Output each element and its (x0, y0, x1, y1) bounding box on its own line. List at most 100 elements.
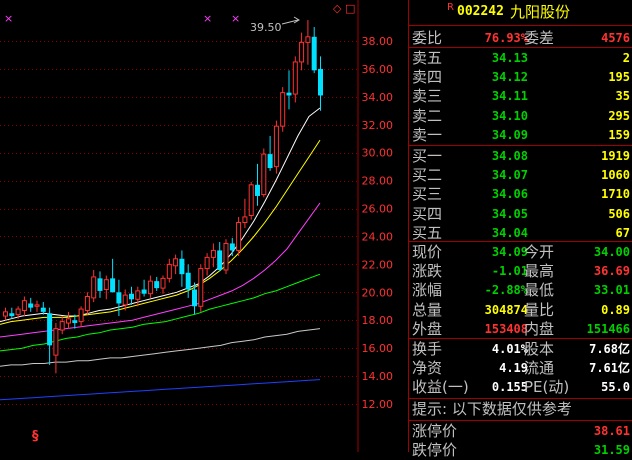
candle[interactable] (160, 275, 166, 294)
stock-code: 002242 (457, 4, 504, 19)
candlestick-chart[interactable]: 38.00 36.00 34.00 32.00 30.00 28.00 26.00 24.00… (0, 0, 409, 452)
buy-level-row: 买一 34.08 1919 (409, 146, 632, 166)
sell-level-price: 34.12 (491, 70, 528, 85)
limit-price-row: 涨停价 38.61 (409, 421, 632, 441)
order-diff-value: 4576 (601, 31, 630, 45)
buy-level-volume: 1710 (601, 187, 630, 202)
candle[interactable] (248, 182, 254, 220)
candle-body (229, 243, 235, 251)
stat-label: PE(动) (524, 378, 570, 397)
sell-level-label: 卖一 (412, 125, 443, 144)
candle-body (286, 92, 292, 96)
candle[interactable] (179, 250, 185, 287)
stat-value: 0.89 (601, 302, 630, 317)
buy-level-price: 34.04 (491, 225, 528, 240)
stat-label: 流通 (524, 359, 555, 378)
candle-body (311, 36, 317, 71)
candle[interactable] (40, 302, 46, 315)
candle[interactable] (103, 275, 109, 300)
stat-value: -2.88% (484, 283, 528, 298)
sell-level-price: 34.11 (491, 89, 528, 104)
candle[interactable] (9, 307, 15, 319)
candle[interactable] (135, 286, 141, 307)
candle[interactable] (299, 32, 305, 71)
candle[interactable] (223, 239, 229, 275)
candle-body (59, 321, 65, 331)
candle[interactable] (34, 300, 40, 312)
candle[interactable] (28, 297, 34, 312)
sell-level-label: 卖五 (412, 49, 443, 67)
stat-label: 涨跌 (412, 262, 443, 281)
candle[interactable] (229, 237, 235, 257)
candle[interactable] (204, 253, 210, 276)
stat-label: 股本 (524, 340, 555, 358)
candle[interactable] (242, 198, 248, 229)
candle[interactable] (210, 243, 216, 268)
candle-body (204, 256, 210, 270)
candle[interactable] (286, 70, 292, 110)
sell-level-price: 34.13 (491, 51, 528, 65)
candle[interactable] (53, 323, 59, 374)
candle[interactable] (261, 148, 267, 198)
candle[interactable] (198, 264, 204, 312)
candle-body (217, 250, 223, 270)
candle[interactable] (318, 56, 323, 111)
candle[interactable] (166, 258, 172, 283)
candle[interactable] (97, 271, 103, 298)
candle[interactable] (59, 316, 65, 335)
candle[interactable] (292, 56, 298, 103)
candle[interactable] (217, 242, 223, 272)
stat-label: 量比 (524, 300, 555, 319)
y-tick-label: 14.00 (362, 370, 394, 383)
candle[interactable] (311, 27, 317, 74)
candle[interactable] (255, 163, 260, 206)
square-icon[interactable]: □ (345, 2, 355, 15)
sell-level-volume: 159 (608, 127, 630, 142)
sell-level-price: 34.10 (491, 108, 528, 123)
y-tick-label: 28.00 (362, 175, 394, 188)
candle[interactable] (47, 307, 53, 365)
margin-mark: R (447, 2, 454, 13)
candle[interactable] (280, 87, 286, 132)
stat-label: 收益(一) (412, 378, 469, 397)
candle-body (261, 153, 267, 196)
candle[interactable] (66, 311, 71, 329)
candle[interactable] (173, 254, 179, 275)
candle[interactable] (147, 275, 153, 298)
candle[interactable] (273, 120, 279, 174)
candle[interactable] (141, 279, 147, 297)
order-ratio-label: 委比 (412, 29, 443, 47)
y-tick-label: 22.00 (362, 258, 394, 271)
candle[interactable] (192, 282, 197, 315)
price-stat-row: 涨跌 -1.01 最高 36.69 (409, 261, 632, 281)
stat-label: 涨幅 (412, 281, 443, 300)
stat-label: 净资 (412, 359, 443, 378)
candle[interactable] (21, 296, 27, 317)
stat-label: 今开 (524, 243, 555, 261)
candle[interactable] (129, 286, 134, 305)
sell-level-label: 卖四 (412, 68, 443, 87)
candle-body (9, 313, 15, 317)
stat-label: 内盘 (524, 319, 555, 338)
tip-text: 提示: 以下数据仅供参考 (412, 400, 572, 418)
candle[interactable] (154, 276, 160, 291)
stat-value: 151466 (586, 321, 630, 336)
sell-level-volume: 2 (622, 51, 630, 65)
diamond-icon[interactable]: ◇ (333, 2, 342, 15)
price-stat-row: 现价 34.09 今开 34.00 (409, 242, 632, 262)
candle[interactable] (185, 264, 191, 298)
candle[interactable] (236, 216, 242, 257)
candle[interactable] (78, 306, 84, 328)
sell-level-row: 卖五 34.13 2 (409, 48, 632, 68)
candle[interactable] (3, 307, 8, 321)
bottom-marker: § (32, 429, 39, 444)
candle[interactable] (84, 292, 90, 315)
candle-body (154, 281, 160, 289)
sell-level-row: 卖三 34.11 35 (409, 86, 632, 106)
candle[interactable] (305, 20, 311, 65)
candle-body (141, 289, 147, 294)
candle[interactable] (110, 258, 116, 293)
candle[interactable] (91, 269, 97, 303)
y-tick-label: 12.00 (362, 398, 394, 411)
candles[interactable] (3, 20, 324, 374)
